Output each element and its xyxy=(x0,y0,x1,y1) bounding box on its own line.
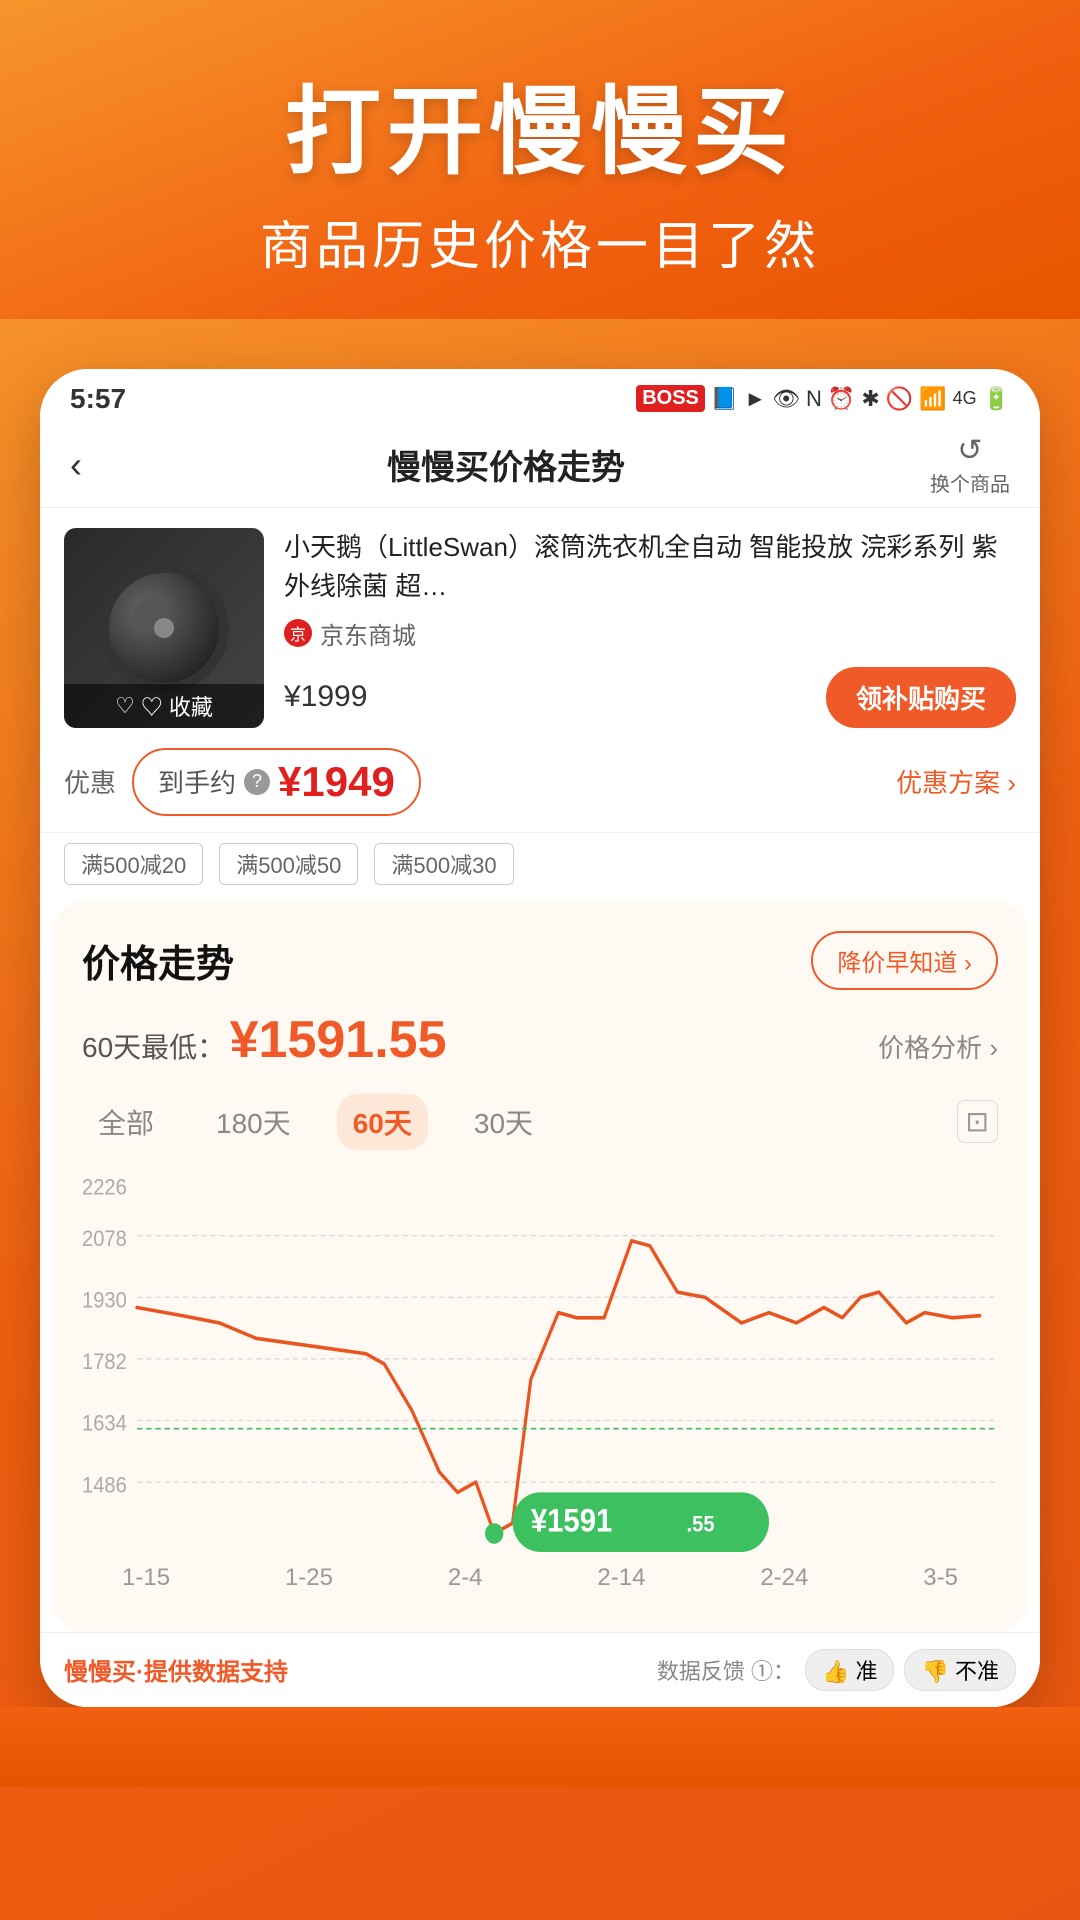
svg-text:¥1591: ¥1591 xyxy=(531,1501,612,1538)
bookmark-label[interactable]: ♡ ♡ 收藏 xyxy=(64,684,264,728)
phone-card: 5:57 BOSS 📘 ► 👁 N ⏰ ✱ 🚫 📶 4G 🔋 ‹ 慢慢买价格走势… xyxy=(40,369,1040,1707)
discount-link[interactable]: 优惠方案 › xyxy=(896,763,1016,800)
hero-title: 打开慢慢买 xyxy=(60,80,1020,186)
svg-text:2226: 2226 xyxy=(82,1174,127,1199)
svg-text:2078: 2078 xyxy=(82,1225,127,1250)
chart-section: 价格走势 降价早知道 › 60天最低： ¥1591.55 价格分析 › 全部 1… xyxy=(52,901,1028,1632)
status-time: 5:57 xyxy=(70,383,126,415)
thumbs-down-button[interactable]: 👎 不准 xyxy=(904,1649,1016,1691)
feedback-area: 数据反馈 ①： 👍 准 👎 不准 xyxy=(657,1649,1016,1691)
lowest-label: 60天最低： xyxy=(82,1032,225,1063)
expand-icon[interactable]: ⊡ xyxy=(957,1100,998,1143)
buy-button[interactable]: 领补贴购买 xyxy=(826,667,1016,728)
svg-text:1930: 1930 xyxy=(82,1287,127,1312)
lowest-price: ¥1591.55 xyxy=(230,1011,447,1069)
discount-pill: 到手约 ? ¥1949 xyxy=(132,748,421,816)
discount-label: 优惠 xyxy=(64,763,116,800)
status-bar: 5:57 BOSS 📘 ► 👁 N ⏰ ✱ 🚫 📶 4G 🔋 xyxy=(40,369,1040,423)
brand-label: 慢慢买·提供数据支持 xyxy=(64,1652,288,1687)
tab-30[interactable]: 30天 xyxy=(458,1094,549,1150)
tab-all[interactable]: 全部 xyxy=(82,1094,170,1150)
svg-text:1782: 1782 xyxy=(82,1349,127,1374)
bottom-bar: 慢慢买·提供数据支持 数据反馈 ①： 👍 准 👎 不准 xyxy=(40,1632,1040,1707)
arrived-label: 到手约 xyxy=(158,763,236,800)
nav-title: 慢慢买价格走势 xyxy=(387,440,625,489)
nav-refresh-button[interactable]: ↺ 换个商品 xyxy=(930,433,1010,497)
tab-180[interactable]: 180天 xyxy=(200,1094,307,1150)
chart-title: 价格走势 xyxy=(82,933,234,988)
shop-icon: 京 xyxy=(284,619,312,647)
coupon-tag-2: 满500减50 xyxy=(219,843,358,885)
nav-refresh-label: 换个商品 xyxy=(930,468,1010,497)
analysis-link[interactable]: 价格分析 › xyxy=(878,1028,998,1065)
hero-subtitle: 商品历史价格一目了然 xyxy=(60,204,1020,279)
chart-area: 2226 2078 1930 1782 1634 1486 xyxy=(82,1174,998,1554)
svg-text:.55: .55 xyxy=(687,1511,715,1536)
product-image: ♡ ♡ 收藏 xyxy=(64,528,264,728)
svg-text:1634: 1634 xyxy=(82,1410,127,1435)
coupon-row: 满500减20 满500减50 满500减30 xyxy=(40,833,1040,901)
shop-name: 京东商城 xyxy=(320,616,416,651)
x-axis-labels: 1-15 1-25 2-4 2-14 2-24 3-5 xyxy=(82,1564,998,1592)
product-name: 小天鹅（LittleSwan）滚筒洗衣机全自动 智能投放 浣彩系列 紫外线除菌 … xyxy=(284,528,1016,606)
coupon-tag-3: 满500减30 xyxy=(374,843,513,885)
product-price: ¥1999 xyxy=(284,680,367,714)
tab-60[interactable]: 60天 xyxy=(337,1094,428,1150)
nav-bar: ‹ 慢慢买价格走势 ↺ 换个商品 xyxy=(40,423,1040,508)
thumbs-up-button[interactable]: 👍 准 xyxy=(805,1649,895,1691)
svg-text:1486: 1486 xyxy=(82,1472,127,1497)
coupon-tag-1: 满500减20 xyxy=(64,843,203,885)
alert-button[interactable]: 降价早知道 › xyxy=(811,931,998,990)
nav-back-button[interactable]: ‹ xyxy=(70,444,82,486)
arrived-price: ¥1949 xyxy=(278,758,395,806)
question-icon: ? xyxy=(244,769,270,795)
feedback-label: 数据反馈 ①： xyxy=(657,1654,795,1686)
refresh-icon: ↺ xyxy=(957,433,982,468)
status-icons: BOSS 📘 ► 👁 N ⏰ ✱ 🚫 📶 4G 🔋 xyxy=(636,385,1010,412)
